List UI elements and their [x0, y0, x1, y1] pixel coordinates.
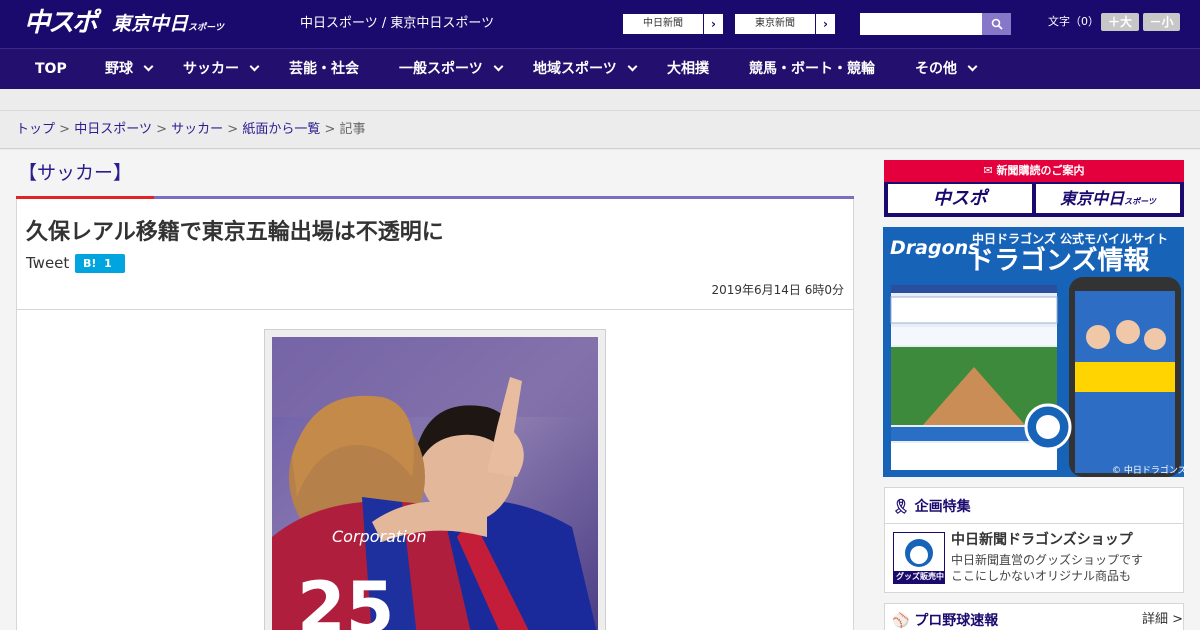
chevron-right-icon: › [703, 14, 723, 34]
features-heading: 🎗 企画特集 [892, 498, 971, 516]
search-button[interactable] [982, 13, 1011, 35]
features-heading-text: 企画特集 [914, 499, 971, 515]
nav-label: 地域スポーツ [533, 61, 617, 77]
svg-text:25: 25 [297, 567, 394, 630]
tokyo-subscribe-logo[interactable]: 東京中日スポーツ [1036, 184, 1180, 213]
dragons-shop-thumbnail[interactable]: グッズ販売中 [893, 532, 945, 584]
breadcrumb-separator: > [227, 122, 239, 137]
chevron-down-icon [493, 61, 504, 72]
subscription-title-text: 新聞購読のご案内 [996, 164, 1085, 177]
chuspo-logo[interactable]: 中スポ [24, 8, 98, 38]
font-larger-button[interactable]: ＋大 [1101, 13, 1139, 31]
tokyo-subscribe-sub: スポーツ [1124, 197, 1156, 206]
hatena-bookmark-button[interactable]: B! 1 [75, 254, 125, 273]
site-names: 中日スポーツ / 東京中日スポーツ [300, 16, 495, 31]
hatena-count: 1 [104, 257, 112, 270]
nav-label: 一般スポーツ [399, 61, 483, 77]
nav-label: 芸能・社会 [289, 61, 359, 77]
ext-link-label: 東京新聞 [755, 18, 795, 29]
chevron-right-icon: › [815, 14, 835, 34]
nav-label: 野球 [105, 61, 133, 77]
tweet-button[interactable]: Tweet [26, 253, 69, 273]
nav-label: その他 [915, 61, 957, 77]
svg-text:Corporation: Corporation [332, 527, 427, 546]
nav-general-sports[interactable]: 一般スポーツ [399, 49, 504, 89]
breadcrumb-separator: > [156, 122, 167, 137]
breadcrumb-chunichi-sports[interactable]: 中日スポーツ [74, 122, 152, 137]
baseball-icon: ⚾ [892, 613, 910, 629]
tokyo-chunichi-logo[interactable]: 東京中日スポーツ [112, 12, 224, 40]
chuspo-subscribe-logo[interactable]: 中スポ [888, 184, 1032, 213]
dragons-ad-copyright: © 中日ドラゴンズ [1112, 466, 1187, 476]
dragons-shop-desc: 中日新聞直営のグッズショップです [951, 553, 1144, 567]
nav-entertainment[interactable]: 芸能・社会 [289, 49, 359, 89]
nav-other[interactable]: その他 [915, 49, 978, 89]
ad-strip [0, 89, 1200, 111]
article-divider [16, 309, 854, 310]
nav-label: 競馬・ボート・競輪 [749, 61, 875, 77]
nav-soccer[interactable]: サッカー [183, 49, 260, 89]
search-icon [991, 18, 1003, 30]
ext-link-label: 中日新聞 [643, 18, 683, 29]
tokyo-logo-text: 東京中日 [112, 13, 189, 35]
hatena-icon: B! [83, 257, 97, 270]
dragons-brand: Dragons [890, 237, 980, 259]
article-headline: 久保レアル移籍で東京五輪出場は不透明に [26, 220, 444, 245]
panel-divider [884, 523, 1184, 524]
tokyo-subscribe-text: 東京中日 [1060, 189, 1125, 208]
article-date: 2019年6月14日 6時0分 [711, 283, 844, 297]
nav-sumo[interactable]: 大相撲 [667, 49, 709, 89]
nav-label: TOP [35, 61, 67, 77]
tokyo-shimbun-link[interactable]: 東京新聞 › [734, 13, 836, 35]
search-input[interactable] [860, 13, 982, 35]
breadcrumb-list[interactable]: 紙面から一覧 [242, 122, 320, 137]
shop-thumb-label: グッズ販売中 [896, 572, 944, 581]
baseball-more-link[interactable]: 詳細 > [1142, 611, 1183, 629]
baseball-heading: ⚾ プロ野球速報 [892, 612, 998, 630]
newspaper-icon: ✉ [983, 164, 993, 177]
dragons-shop-title[interactable]: 中日新聞ドラゴンズショップ [951, 531, 1133, 549]
subscription-banner-title: ✉ 新聞購読のご案内 [884, 160, 1184, 182]
article-photo-image: Corporation 25 [272, 337, 598, 630]
ribbon-icon: 🎗 [892, 499, 910, 515]
font-smaller-button[interactable]: －小 [1143, 13, 1180, 31]
font-size-label: 文字（0） [1048, 15, 1099, 28]
article-photo[interactable]: Corporation 25 [272, 337, 598, 630]
dragons-ad-subtitle: 中日ドラゴンズ 公式モバイルサイト [972, 232, 1168, 246]
chevron-down-icon [249, 61, 260, 72]
breadcrumb-top[interactable]: トップ [16, 122, 55, 137]
nav-label: 大相撲 [667, 61, 709, 77]
nav-label: サッカー [183, 61, 239, 77]
breadcrumb: トップ > 中日スポーツ > サッカー > 紙面から一覧 > 記事 [16, 121, 366, 139]
nav-local-sports[interactable]: 地域スポーツ [533, 49, 638, 89]
chevron-down-icon [967, 61, 978, 72]
chevron-down-icon [627, 61, 638, 72]
dragons-shop-desc: ここにしかないオリジナル商品も [951, 569, 1132, 583]
breadcrumb-current: 記事 [339, 122, 366, 137]
chevron-down-icon [143, 61, 154, 72]
breadcrumb-separator: > [324, 122, 336, 137]
nav-racing[interactable]: 競馬・ボート・競輪 [749, 49, 875, 89]
main-nav: TOP 野球 サッカー 芸能・社会 一般スポーツ 地域スポーツ 大相撲 競馬・ボ… [0, 48, 1200, 89]
baseball-heading-text: プロ野球速報 [914, 613, 999, 629]
section-title: 【サッカー】 [18, 162, 133, 184]
chunichi-shimbun-link[interactable]: 中日新聞 › [622, 13, 724, 35]
dragons-ad-title: ドラゴンズ情報 [968, 246, 1150, 276]
tokyo-logo-sub: スポーツ [188, 23, 224, 33]
breadcrumb-soccer[interactable]: サッカー [171, 122, 223, 137]
nav-top[interactable]: TOP [35, 49, 67, 89]
breadcrumb-separator: > [59, 122, 71, 137]
nav-baseball[interactable]: 野球 [105, 49, 154, 89]
